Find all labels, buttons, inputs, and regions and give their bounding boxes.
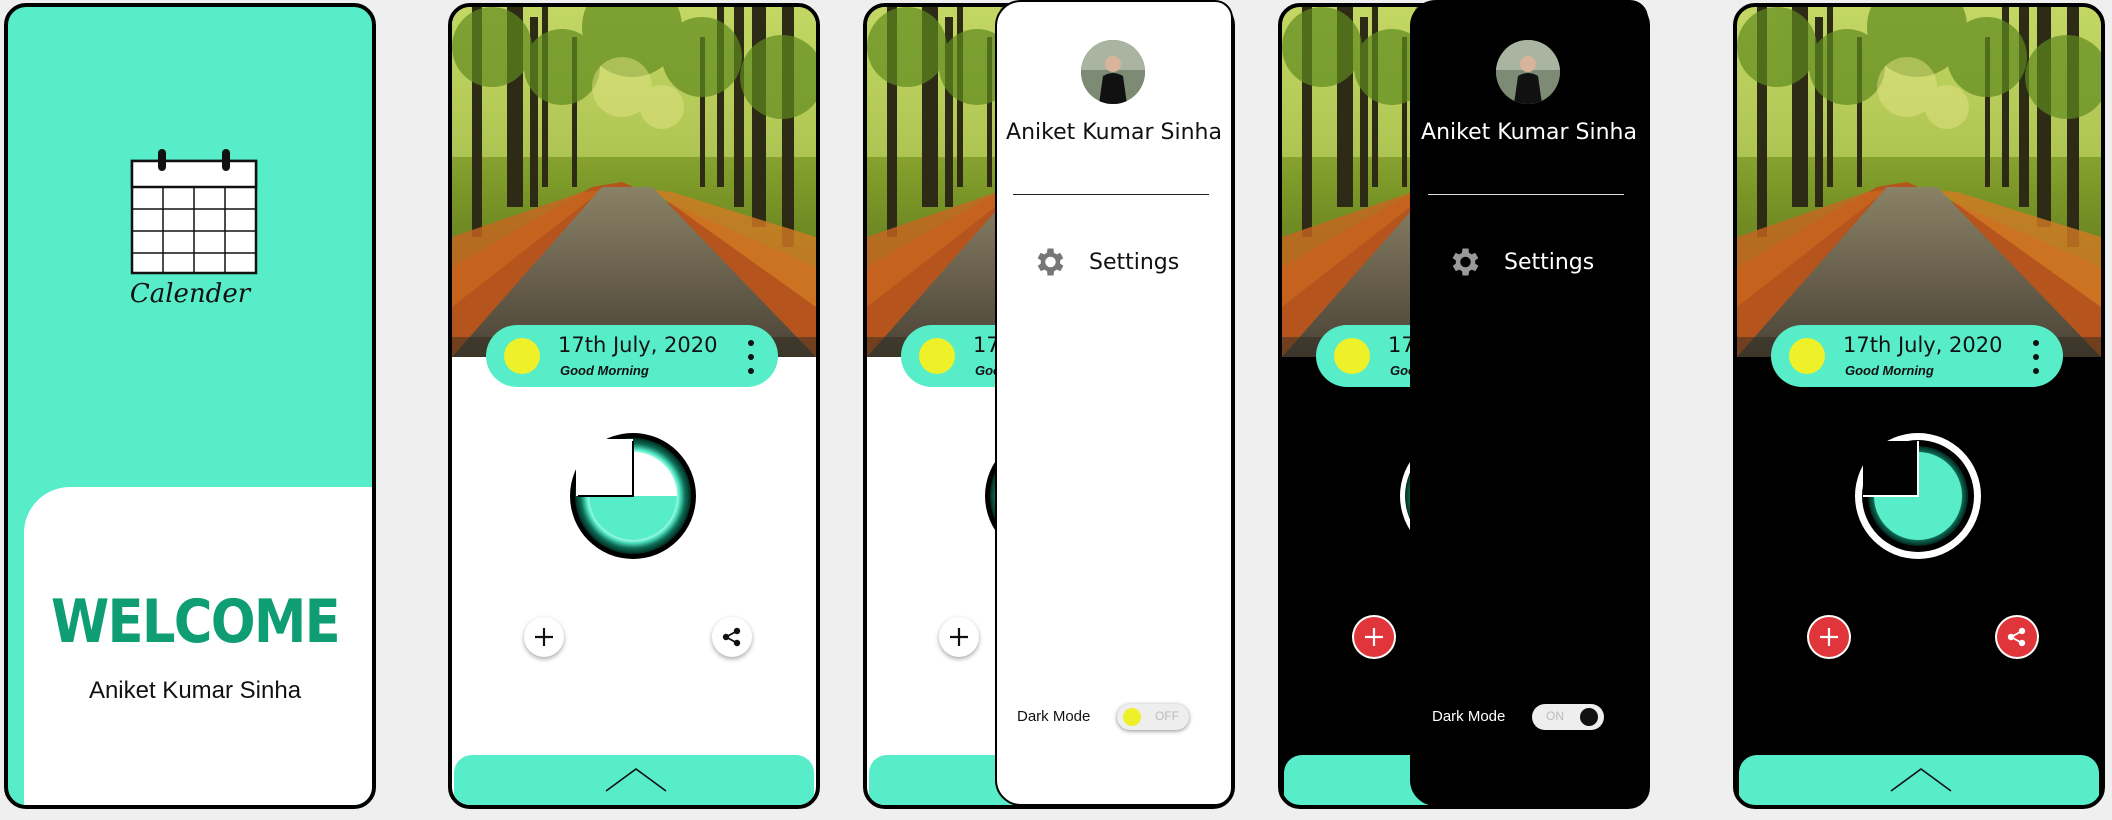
navigation-drawer-dark: Aniket Kumar Sinha Settings Dark Mode ON (1410, 0, 1648, 806)
plus-icon (1365, 628, 1383, 646)
sun-icon (919, 338, 955, 374)
greeting-text: Good Morning (560, 363, 649, 378)
toggle-knob (1580, 708, 1598, 726)
dark-mode-toggle[interactable]: OFF (1117, 704, 1189, 730)
dark-mode-toggle[interactable]: ON (1532, 704, 1604, 730)
date-text: 17th July, 2020 (1843, 333, 2003, 357)
more-vertical-icon[interactable] (2033, 340, 2039, 374)
calendar-icon (128, 149, 260, 289)
avatar[interactable] (1496, 40, 1560, 104)
chevron-up-icon (605, 768, 667, 792)
add-button[interactable] (939, 617, 979, 657)
add-button[interactable] (1354, 617, 1394, 657)
bottom-sheet-handle[interactable] (1739, 755, 2099, 805)
divider (1428, 194, 1624, 195)
sun-icon (1334, 338, 1370, 374)
settings-menu-item[interactable]: Settings (1031, 242, 1179, 282)
toggle-state-text: OFF (1155, 709, 1179, 723)
settings-menu-item[interactable]: Settings (1446, 242, 1594, 282)
toggle-state-text: ON (1546, 709, 1564, 723)
date-header: 17th July, 2020 Good Morning (1771, 325, 2063, 387)
sun-icon (504, 338, 540, 374)
dark-mode-label: Dark Mode (1432, 708, 1506, 725)
app-label: Calender (129, 279, 251, 309)
gear-icon (1452, 248, 1479, 276)
chevron-up-icon (1890, 768, 1952, 792)
dark-mode-label: Dark Mode (1017, 708, 1091, 725)
clock-widget (568, 431, 698, 561)
forest-photo (452, 7, 816, 357)
add-button[interactable] (524, 617, 564, 657)
add-button[interactable] (1809, 617, 1849, 657)
clock-widget (1853, 431, 1983, 561)
greeting-text: Good Morning (1845, 363, 1934, 378)
welcome-card: WELCOME Aniket Kumar Sinha (24, 487, 372, 805)
sun-icon (1789, 338, 1825, 374)
toggle-knob (1123, 708, 1141, 726)
home-screen-dark: 17th July, 2020 Good Morning (1733, 3, 2105, 809)
plus-icon (950, 628, 968, 646)
bottom-sheet-handle[interactable] (454, 755, 814, 805)
avatar[interactable] (1081, 40, 1145, 104)
drawer-user-name: Aniket Kumar Sinha (1421, 120, 1637, 145)
share-icon (2007, 627, 2026, 647)
gear-icon (1037, 248, 1064, 276)
share-icon (722, 627, 741, 647)
share-button[interactable] (712, 617, 752, 657)
more-vertical-icon[interactable] (748, 340, 754, 374)
welcome-title: WELCOME (51, 587, 341, 657)
share-button[interactable] (1997, 617, 2037, 657)
plus-icon (535, 628, 553, 646)
home-screen-light: 17th July, 2020 Good Morning (448, 3, 820, 809)
divider (1013, 194, 1209, 195)
welcome-user-name: Aniket Kumar Sinha (88, 677, 302, 704)
splash-screen: Calender WELCOME Aniket Kumar Sinha (4, 3, 376, 809)
date-text: 17th July, 2020 (558, 333, 718, 357)
drawer-user-name: Aniket Kumar Sinha (1006, 120, 1222, 145)
forest-photo (1737, 7, 2101, 357)
navigation-drawer-light: Aniket Kumar Sinha Settings Dark Mode OF… (995, 0, 1233, 806)
plus-icon (1820, 628, 1838, 646)
settings-label: Settings (1089, 249, 1180, 275)
settings-label: Settings (1504, 249, 1595, 275)
date-header: 17th July, 2020 Good Morning (486, 325, 778, 387)
